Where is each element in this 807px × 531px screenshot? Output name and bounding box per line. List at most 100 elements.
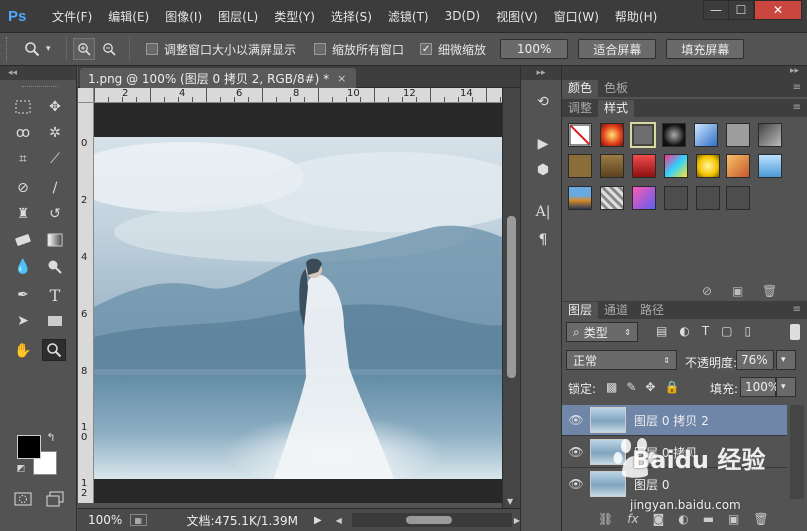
tools-panel-grip[interactable] <box>22 86 58 90</box>
rectangle-tool[interactable] <box>43 310 67 332</box>
magic-wand-tool[interactable]: ✲ <box>43 122 67 144</box>
style-swatch-none[interactable] <box>568 123 592 147</box>
eye-icon[interactable]: 👁 <box>562 477 590 491</box>
scroll-down-icon[interactable]: ▼ <box>507 497 513 506</box>
actions-panel-button[interactable]: ▶ <box>533 134 553 154</box>
panel-menu-icon[interactable]: ≡ <box>793 304 801 315</box>
layer-mask-icon[interactable]: ◙ <box>653 512 665 526</box>
blur-tool[interactable]: 💧 <box>11 256 35 278</box>
opacity-field[interactable]: 76% <box>736 350 774 370</box>
filter-toggle-switch[interactable] <box>790 324 800 340</box>
default-colors-button[interactable]: ◩ <box>14 462 28 476</box>
style-swatch[interactable] <box>758 123 782 147</box>
tab-adjustments[interactable]: 调整 <box>562 100 598 117</box>
eyedropper-tool[interactable]: ⟋ <box>43 148 67 170</box>
close-button[interactable]: ✕ <box>754 0 802 20</box>
pixel-layer-filter-icon[interactable]: ▤ <box>656 324 667 338</box>
scroll-left-icon[interactable]: ◀ <box>336 516 342 525</box>
hand-tool[interactable]: ✋ <box>11 340 35 362</box>
type-layer-filter-icon[interactable]: T <box>702 324 709 338</box>
fill-field[interactable]: 100% <box>740 377 779 397</box>
zoom-out-button[interactable] <box>98 38 120 60</box>
folder-icon[interactable]: ▬ <box>703 512 714 526</box>
brush-tool[interactable]: ∕ <box>43 177 67 199</box>
zoom-all-windows-checkbox[interactable] <box>314 43 327 55</box>
3d-panel-button[interactable]: ⬢ <box>533 160 553 180</box>
trash-icon[interactable]: 🗑 <box>753 512 768 526</box>
tab-swatches[interactable]: 色板 <box>598 80 634 97</box>
canvas-workspace[interactable] <box>94 103 502 503</box>
adjustment-layer-icon[interactable]: ◐ <box>678 512 688 526</box>
canvas-vertical-scroll-thumb[interactable] <box>507 216 516 378</box>
zoom-tool[interactable] <box>42 339 66 361</box>
layers-scrollbar[interactable] <box>790 405 804 499</box>
fill-screen-button[interactable]: 填充屏幕 <box>666 39 745 59</box>
style-swatch[interactable] <box>664 186 688 210</box>
fit-screen-button[interactable]: 适合屏幕 <box>578 39 657 59</box>
fill-dropdown[interactable]: ▾ <box>776 377 796 397</box>
clear-style-icon[interactable]: ⊘ <box>702 284 712 298</box>
eraser-tool[interactable] <box>11 229 35 251</box>
resize-windows-option[interactable]: 调整窗口大小以满屏显示 <box>146 41 296 58</box>
menu-image[interactable]: 图像(I) <box>157 0 210 32</box>
layer-name[interactable]: 图层 0 拷贝 <box>634 444 697 461</box>
vertical-ruler[interactable]: 0 2 4 6 8 1 0 1 2 <box>78 103 94 503</box>
dock-collapse[interactable]: ▸▸ <box>521 66 561 80</box>
status-info-icon[interactable]: ▦ <box>130 514 147 526</box>
tab-layers[interactable]: 图层 <box>562 302 599 319</box>
trash-icon[interactable]: 🗑 <box>762 284 777 298</box>
menu-help[interactable]: 帮助(H) <box>607 0 665 32</box>
link-layers-icon[interactable]: ⛓ <box>598 512 613 526</box>
swap-colors-button[interactable]: ↰ <box>44 430 58 444</box>
layer-row[interactable]: 👁 图层 0 拷贝 2 <box>562 405 787 436</box>
character-panel-button[interactable]: A| <box>533 202 553 222</box>
close-icon[interactable]: × <box>337 72 346 85</box>
lock-transparent-icon[interactable]: ▩ <box>606 380 617 394</box>
style-swatch[interactable] <box>726 123 750 147</box>
marquee-tool[interactable] <box>11 96 35 118</box>
lasso-tool[interactable]: ꝏ <box>11 122 35 144</box>
menu-type[interactable]: 类型(Y) <box>266 0 323 32</box>
menu-select[interactable]: 选择(S) <box>323 0 380 32</box>
lock-image-icon[interactable]: ✎ <box>626 380 636 394</box>
style-swatch[interactable] <box>632 186 656 210</box>
type-tool[interactable]: T <box>43 284 67 306</box>
style-swatch[interactable] <box>696 154 720 178</box>
layer-row[interactable]: 👁 图层 0 拷贝 <box>562 437 787 468</box>
panel-dock-header[interactable]: ▸▸ <box>562 66 807 79</box>
document-tab[interactable]: 1.png @ 100% (图层 0 拷贝 2, RGB/8#) * × <box>80 68 357 88</box>
style-swatch[interactable] <box>726 186 750 210</box>
document-image[interactable] <box>94 137 502 479</box>
menu-view[interactable]: 视图(V) <box>488 0 546 32</box>
shape-layer-filter-icon[interactable]: ▢ <box>721 324 732 338</box>
paragraph-panel-button[interactable]: ¶ <box>533 230 553 250</box>
lock-position-icon[interactable]: ✥ <box>645 380 655 394</box>
tab-styles[interactable]: 样式 <box>598 100 635 117</box>
zoom-tool-preset-picker[interactable]: ▾ <box>24 37 60 61</box>
blend-mode-select[interactable]: 正常 ⇕ <box>566 350 677 370</box>
style-swatch[interactable] <box>600 123 624 147</box>
style-swatch[interactable] <box>600 154 624 178</box>
dodge-tool[interactable] <box>43 256 67 278</box>
move-tool[interactable]: ✥ <box>43 96 67 118</box>
opacity-dropdown[interactable]: ▾ <box>776 350 796 370</box>
lock-all-icon[interactable]: 🔒 <box>664 380 679 394</box>
crop-tool[interactable]: ⌗ <box>11 148 35 170</box>
resize-windows-checkbox[interactable] <box>146 43 158 55</box>
history-panel-button[interactable]: ⟲ <box>533 92 553 112</box>
style-swatch[interactable] <box>662 123 686 147</box>
zoom-in-button[interactable] <box>73 38 95 60</box>
tools-panel-collapse[interactable]: ◂◂ <box>0 66 76 80</box>
maximize-button[interactable]: ☐ <box>728 0 754 20</box>
style-swatch[interactable] <box>568 186 592 210</box>
scrubby-zoom-checkbox[interactable]: ✓ <box>420 43 433 55</box>
tab-channels[interactable]: 通道 <box>598 302 634 319</box>
tab-paths[interactable]: 路径 <box>634 302 670 319</box>
eye-icon[interactable]: 👁 <box>562 413 590 427</box>
actual-pixels-button[interactable]: 100% <box>500 39 569 59</box>
healing-brush-tool[interactable]: ⊘ <box>11 177 35 199</box>
panel-menu-icon[interactable]: ≡ <box>793 82 801 93</box>
new-layer-icon[interactable]: ▣ <box>728 512 739 526</box>
pen-tool[interactable]: ✒ <box>11 284 35 306</box>
menu-file[interactable]: 文件(F) <box>44 0 100 32</box>
